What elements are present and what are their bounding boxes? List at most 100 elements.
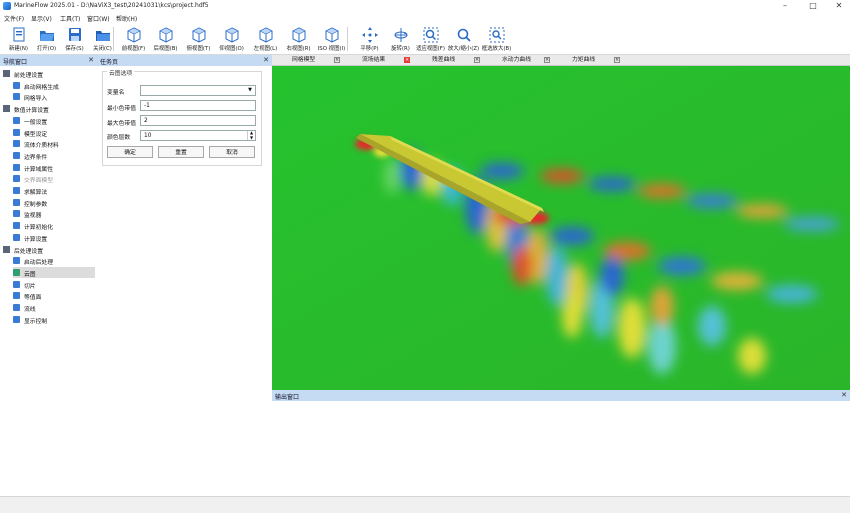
task-title: 任务页	[100, 59, 119, 66]
min-value-label: 最小色带值	[107, 106, 136, 112]
toolbar-separator	[347, 27, 348, 51]
toolbar-button-6[interactable]: 俯视图(T)	[182, 25, 215, 53]
min-value-input[interactable]: -1	[140, 100, 256, 111]
max-value-input[interactable]: 2	[140, 115, 256, 126]
close-icon[interactable]: ✕	[263, 56, 269, 64]
variable-label: 变量名	[107, 90, 125, 96]
iso-view-icon	[324, 27, 339, 43]
nav-item[interactable]: 显示控制	[13, 314, 95, 325]
tab-label: 残差曲线	[432, 57, 456, 63]
top-view-icon	[191, 27, 206, 43]
new-file-icon	[13, 27, 24, 42]
toolbar-button-4[interactable]: 前视图(F)	[117, 25, 150, 53]
nav-item[interactable]: 等值面	[13, 290, 95, 301]
nav-item[interactable]: 数值计算设置	[3, 103, 95, 114]
nav-item-label: 一般设置	[24, 119, 48, 126]
toolbar-button-12[interactable]: 旋转(R)	[384, 25, 417, 53]
nav-item[interactable]: 启动网格生成	[13, 80, 95, 91]
title-bar: MarineFlow 2025.01 - D:\NaViX3_test\2024…	[0, 0, 850, 12]
nav-item-label: 求解算法	[24, 190, 48, 196]
nav-item[interactable]: 边界条件	[13, 150, 95, 161]
toolbar-button-label: 放大/缩小(Z)	[447, 46, 480, 52]
close-icon[interactable]: ✕	[841, 391, 847, 399]
nav-item-label: 等值面	[24, 295, 42, 302]
menu-window[interactable]: 窗口(W)	[87, 14, 110, 23]
nav-item[interactable]: 计算设置	[13, 232, 95, 243]
cancel-button[interactable]: 取消	[209, 146, 255, 158]
window-title: MarineFlow 2025.01 - D:\NaViX3_test\2024…	[14, 2, 209, 9]
nav-item[interactable]: 网格导入	[13, 91, 95, 102]
isosurface-icon	[13, 292, 20, 300]
tab[interactable]: 流场结果 ×	[342, 55, 412, 65]
tab-close-icon[interactable]: ×	[474, 57, 480, 63]
tab[interactable]: 残差曲线 ×	[412, 55, 482, 65]
tab[interactable]: 力矩曲线 ×	[552, 55, 622, 65]
toolbar-button-9[interactable]: 右视图(R)	[282, 25, 315, 53]
toolbar-button-15[interactable]: 框选放大(B)	[480, 25, 513, 53]
close-icon[interactable]: ✕	[826, 0, 850, 12]
nav-item[interactable]: 流线	[13, 302, 95, 313]
nav-item[interactable]: 计算域属性	[13, 162, 95, 173]
rotate-icon	[394, 28, 407, 42]
menu-tools[interactable]: 工具(T)	[60, 14, 80, 23]
nav-item[interactable]: 前处理设置	[3, 68, 95, 79]
nav-item-label: 计算域属性	[24, 166, 53, 173]
interface-icon	[13, 175, 20, 183]
toolbar-button-11[interactable]: 平移(P)	[353, 25, 386, 53]
ok-button[interactable]: 确定	[107, 146, 153, 158]
minimize-icon[interactable]: –	[772, 0, 798, 12]
render-viewport[interactable]	[272, 66, 850, 390]
close-icon[interactable]: ✕	[88, 56, 94, 64]
max-value-text: 2	[144, 118, 148, 124]
output-window: 输出窗口 ✕	[272, 390, 850, 496]
bottom-view-icon	[224, 27, 239, 43]
spin-arrows-icon[interactable]: ▲ ▼	[247, 130, 255, 140]
solver-icon	[13, 187, 20, 194]
view-tabs: 网格模型 × 流场结果 × 残差曲线 × 水动力曲线 × 力矩曲线 ×	[272, 55, 850, 66]
menu-view[interactable]: 显示(V)	[31, 14, 52, 23]
nav-header: 导航窗口 ✕	[0, 55, 97, 66]
nav-item[interactable]: 模型设定	[13, 127, 95, 138]
nav-item[interactable]: 切片	[13, 279, 95, 290]
toolbar-button-8[interactable]: 左视图(L)	[249, 25, 282, 53]
nav-item[interactable]: 监视器	[13, 208, 95, 219]
reset-button[interactable]: 重置	[158, 146, 204, 158]
levels-stepper[interactable]: 10 ▲ ▼	[140, 130, 256, 141]
zoom-icon	[457, 28, 471, 42]
app-logo-icon	[3, 2, 11, 10]
nav-item[interactable]: 云图	[13, 266, 95, 278]
toolbar-button-label: ISO 视图(I)	[317, 46, 346, 52]
nav-item[interactable]: 求解算法	[13, 185, 95, 196]
tab-close-icon[interactable]: ×	[614, 57, 620, 63]
nav-item[interactable]: 一般设置	[13, 115, 95, 126]
tab-close-icon[interactable]: ×	[334, 57, 340, 63]
nav-item-label: 边界条件	[24, 154, 48, 161]
variable-select[interactable]: ▼	[140, 85, 256, 96]
levels-label: 颜色层数	[107, 135, 131, 141]
menu-help[interactable]: 帮助(H)	[116, 14, 137, 23]
open-folder-icon	[39, 31, 54, 41]
nav-item[interactable]: 计算初始化	[13, 220, 95, 231]
toolbar-button-label: 适应视图(F)	[416, 46, 445, 52]
nav-item[interactable]: 交界面模型	[13, 173, 95, 184]
toolbar-button-label: 前视图(F)	[121, 46, 146, 52]
toolbar-button-10[interactable]: ISO 视图(I)	[315, 25, 348, 53]
nav-item[interactable]: 流体介质材料	[13, 138, 95, 149]
tab[interactable]: 水动力曲线 ×	[482, 55, 552, 65]
toolbar-button-13[interactable]: 适应视图(F)	[414, 25, 447, 53]
nav-item-label: 控制参数	[24, 201, 48, 208]
toolbar-button-7[interactable]: 仰视图(O)	[215, 25, 248, 53]
toolbar-button-5[interactable]: 后视图(B)	[149, 25, 182, 53]
maximize-icon[interactable]: □	[800, 0, 826, 12]
nav-item[interactable]: 后处理设置	[3, 244, 95, 255]
tab[interactable]: 网格模型 ×	[272, 55, 342, 65]
contour-icon	[13, 268, 20, 276]
tab-close-icon[interactable]: ×	[404, 57, 410, 63]
max-value-label: 最大色带值	[107, 121, 136, 127]
toolbar-button-3[interactable]: 关闭(C)	[86, 25, 119, 53]
toolbar-button-14[interactable]: 放大/缩小(Z)	[447, 25, 480, 53]
menu-file[interactable]: 文件(F)	[4, 14, 24, 23]
tab-close-icon[interactable]: ×	[544, 57, 550, 63]
nav-item[interactable]: 启动后处理	[13, 255, 95, 266]
nav-item[interactable]: 控制参数	[13, 197, 95, 208]
